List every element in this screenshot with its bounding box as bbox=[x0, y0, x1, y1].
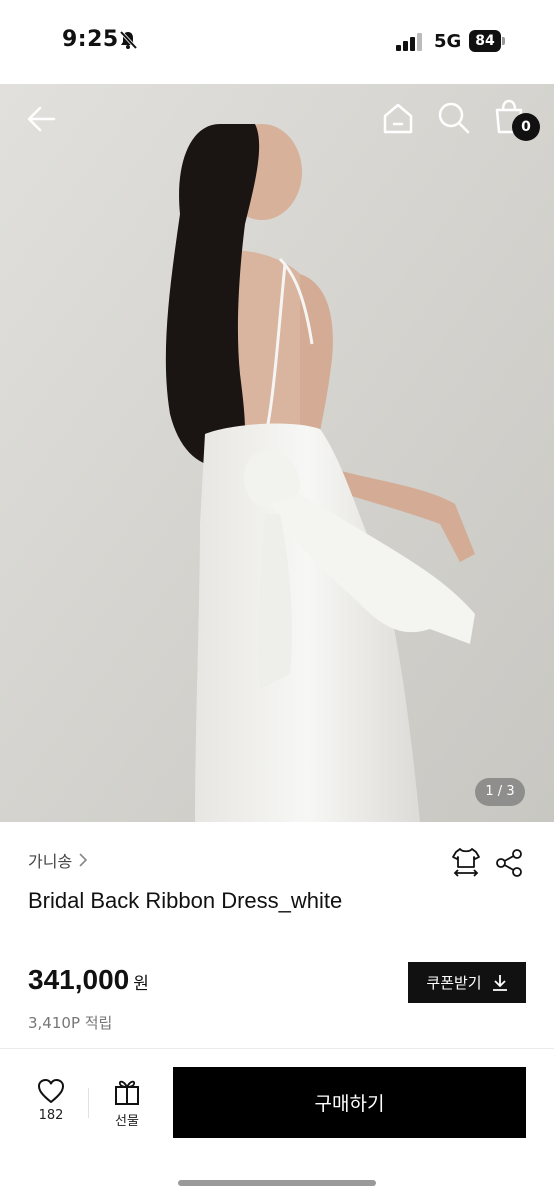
home-icon[interactable] bbox=[380, 100, 416, 136]
brand-name: 가니송 bbox=[28, 852, 73, 871]
heart-icon bbox=[38, 1079, 64, 1103]
home-indicator bbox=[178, 1180, 376, 1186]
price: 341,000 원 bbox=[28, 964, 149, 996]
download-icon bbox=[492, 974, 507, 991]
share-icon[interactable] bbox=[494, 848, 524, 878]
cart-count-badge: 0 bbox=[512, 113, 540, 141]
product-photo bbox=[0, 84, 554, 822]
gift-label: 선물 bbox=[115, 1114, 139, 1129]
coupon-label: 쿠폰받기 bbox=[426, 974, 482, 992]
search-icon[interactable] bbox=[436, 100, 472, 136]
gift-icon bbox=[115, 1080, 139, 1105]
product-name: Bridal Back Ribbon Dress_white bbox=[28, 888, 343, 913]
coupon-download-button[interactable]: 쿠폰받기 bbox=[408, 962, 526, 1003]
price-value: 341,000 bbox=[28, 964, 130, 995]
product-image-gallery[interactable]: 0 1 / 3 bbox=[0, 84, 554, 822]
size-guide-icon[interactable] bbox=[450, 846, 482, 878]
divider bbox=[88, 1088, 89, 1118]
battery-tip bbox=[502, 37, 505, 45]
signal-icon bbox=[396, 33, 422, 51]
wishlist-count: 182 bbox=[38, 1108, 64, 1123]
bell-muted-icon bbox=[119, 30, 138, 50]
chevron-right-icon bbox=[79, 853, 88, 867]
buy-button[interactable]: 구매하기 bbox=[173, 1067, 526, 1138]
battery-level: 84 bbox=[469, 30, 501, 52]
price-currency: 원 bbox=[133, 974, 149, 993]
battery-indicator: 84 bbox=[469, 30, 505, 52]
bottom-action-bar: 182 선물 구매하기 bbox=[0, 1048, 554, 1200]
status-bar: 9:25 5G 84 bbox=[0, 0, 554, 84]
network-label: 5G bbox=[434, 31, 462, 52]
wishlist-button[interactable]: 182 bbox=[28, 1078, 74, 1134]
gallery-page-indicator: 1 / 3 bbox=[475, 778, 525, 806]
gift-button[interactable]: 선물 bbox=[104, 1078, 150, 1134]
back-icon[interactable] bbox=[24, 104, 60, 134]
status-time: 9:25 bbox=[62, 27, 119, 52]
reward-points: 3,410P 적립 bbox=[28, 1014, 113, 1032]
brand-link[interactable]: 가니송 bbox=[28, 848, 88, 872]
